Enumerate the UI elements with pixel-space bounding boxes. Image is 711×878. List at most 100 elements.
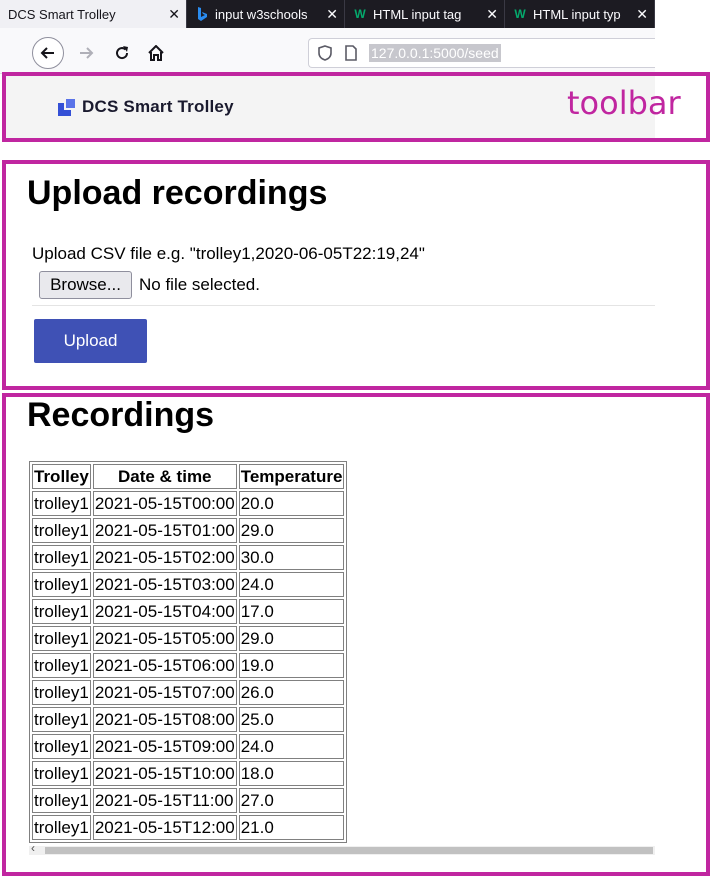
cell-temperature: 19.0 [238, 653, 345, 678]
browser-nav-bar: 127.0.0.1:5000/seed [0, 28, 655, 74]
cell-temperature: 30.0 [238, 545, 345, 570]
browse-button[interactable]: Browse... [39, 271, 132, 299]
cell-temperature: 20.0 [238, 491, 345, 516]
cell-datetime: 2021-05-15T07:00 [92, 680, 237, 705]
column-header-trolley: Trolley [32, 464, 91, 489]
file-status: No file selected. [139, 275, 260, 294]
scroll-left-icon[interactable]: ‹ [31, 841, 35, 855]
table-row: trolley1 2021-05-15T08:00 25.0 [32, 707, 345, 732]
cell-datetime: 2021-05-15T03:00 [92, 572, 237, 597]
tab-input-w3schools[interactable]: input w3schools ✕ [187, 0, 345, 28]
table-row: trolley1 2021-05-15T07:00 26.0 [32, 680, 345, 705]
w3schools-icon: W [354, 7, 366, 21]
cell-trolley: trolley1 [32, 815, 91, 840]
cell-trolley: trolley1 [32, 545, 91, 570]
cell-datetime: 2021-05-15T11:00 [92, 788, 237, 813]
bing-icon [195, 7, 209, 21]
table-row: trolley1 2021-05-15T02:00 30.0 [32, 545, 345, 570]
cell-datetime: 2021-05-15T12:00 [92, 815, 237, 840]
arrow-left-icon [40, 47, 54, 59]
cell-temperature: 27.0 [238, 788, 345, 813]
recordings-heading: Recordings [27, 396, 215, 434]
cell-datetime: 2021-05-15T01:00 [92, 518, 237, 543]
cell-datetime: 2021-05-15T00:00 [92, 491, 237, 516]
table-row: trolley1 2021-05-15T06:00 19.0 [32, 653, 345, 678]
scrollbar-thumb[interactable] [45, 847, 653, 854]
table-row: trolley1 2021-05-15T10:00 18.0 [32, 761, 345, 786]
cell-trolley: trolley1 [32, 734, 91, 759]
cell-datetime: 2021-05-15T10:00 [92, 761, 237, 786]
table-row: trolley1 2021-05-15T04:00 17.0 [32, 599, 345, 624]
tab-title: HTML input typ [533, 6, 621, 22]
w3schools-icon: W [514, 7, 526, 21]
cell-temperature: 21.0 [238, 815, 345, 840]
table-header-row: Trolley Date & time Temperature [32, 464, 345, 489]
table-row: trolley1 2021-05-15T11:00 27.0 [32, 788, 345, 813]
cell-trolley: trolley1 [32, 572, 91, 597]
tab-title: HTML input tag [373, 6, 462, 22]
column-header-datetime: Date & time [92, 464, 237, 489]
forward-button[interactable] [70, 37, 102, 69]
close-icon[interactable]: ✕ [326, 6, 338, 23]
close-icon[interactable]: ✕ [636, 6, 648, 23]
cell-datetime: 2021-05-15T06:00 [92, 653, 237, 678]
cell-trolley: trolley1 [32, 707, 91, 732]
close-icon[interactable]: ✕ [486, 6, 498, 23]
cell-temperature: 26.0 [238, 680, 345, 705]
cell-datetime: 2021-05-15T09:00 [92, 734, 237, 759]
recordings-table: Trolley Date & time Temperature trolley1… [29, 461, 348, 843]
cell-datetime: 2021-05-15T04:00 [92, 599, 237, 624]
cell-temperature: 29.0 [238, 626, 345, 651]
address-bar[interactable]: 127.0.0.1:5000/seed [308, 38, 655, 68]
divider [32, 305, 655, 306]
upload-hint: Upload CSV file e.g. "trolley1,2020-06-0… [32, 244, 425, 263]
toolbar-annotation-label: toolbar [567, 84, 681, 122]
cell-trolley: trolley1 [32, 518, 91, 543]
cell-temperature: 17.0 [238, 599, 345, 624]
cell-trolley: trolley1 [32, 653, 91, 678]
reload-icon [116, 46, 129, 60]
cell-temperature: 18.0 [238, 761, 345, 786]
page-icon [343, 45, 359, 61]
table-row: trolley1 2021-05-15T09:00 24.0 [32, 734, 345, 759]
table-row: trolley1 2021-05-15T01:00 29.0 [32, 518, 345, 543]
horizontal-scrollbar[interactable]: ‹ [29, 841, 655, 855]
home-icon [148, 45, 164, 61]
brand[interactable]: DCS Smart Trolley [58, 97, 234, 117]
tab-title: input w3schools [215, 6, 308, 22]
app-toolbar: DCS Smart Trolley [4, 74, 655, 138]
tab-html-input-tag[interactable]: W HTML input tag ✕ [345, 0, 505, 28]
cell-trolley: trolley1 [32, 626, 91, 651]
reload-button[interactable] [106, 37, 138, 69]
upload-button[interactable]: Upload [34, 319, 147, 363]
column-header-temperature: Temperature [238, 464, 345, 489]
home-button[interactable] [140, 37, 172, 69]
brand-name: DCS Smart Trolley [82, 97, 234, 116]
arrow-right-icon [80, 47, 94, 59]
cell-trolley: trolley1 [32, 680, 91, 705]
table-row: trolley1 2021-05-15T12:00 21.0 [32, 815, 345, 840]
cell-temperature: 24.0 [238, 572, 345, 597]
recordings-table-container: Trolley Date & time Temperature trolley1… [29, 461, 655, 846]
close-icon[interactable]: ✕ [168, 6, 180, 23]
table-row: trolley1 2021-05-15T00:00 20.0 [32, 491, 345, 516]
cell-datetime: 2021-05-15T05:00 [92, 626, 237, 651]
url-text[interactable]: 127.0.0.1:5000/seed [369, 44, 501, 62]
tab-dcs-smart-trolley[interactable]: DCS Smart Trolley ✕ [0, 0, 187, 28]
tab-title: DCS Smart Trolley [8, 6, 116, 22]
cell-trolley: trolley1 [32, 599, 91, 624]
cell-trolley: trolley1 [32, 761, 91, 786]
cell-datetime: 2021-05-15T02:00 [92, 545, 237, 570]
table-row: trolley1 2021-05-15T03:00 24.0 [32, 572, 345, 597]
tab-html-input-type[interactable]: W HTML input typ ✕ [505, 0, 655, 28]
cell-temperature: 25.0 [238, 707, 345, 732]
shield-icon[interactable] [317, 45, 333, 61]
cell-temperature: 29.0 [238, 518, 345, 543]
upload-heading: Upload recordings [27, 174, 328, 212]
cell-datetime: 2021-05-15T08:00 [92, 707, 237, 732]
back-button[interactable] [32, 37, 64, 69]
cell-trolley: trolley1 [32, 788, 91, 813]
table-row: trolley1 2021-05-15T05:00 29.0 [32, 626, 345, 651]
cell-trolley: trolley1 [32, 491, 91, 516]
cell-temperature: 24.0 [238, 734, 345, 759]
